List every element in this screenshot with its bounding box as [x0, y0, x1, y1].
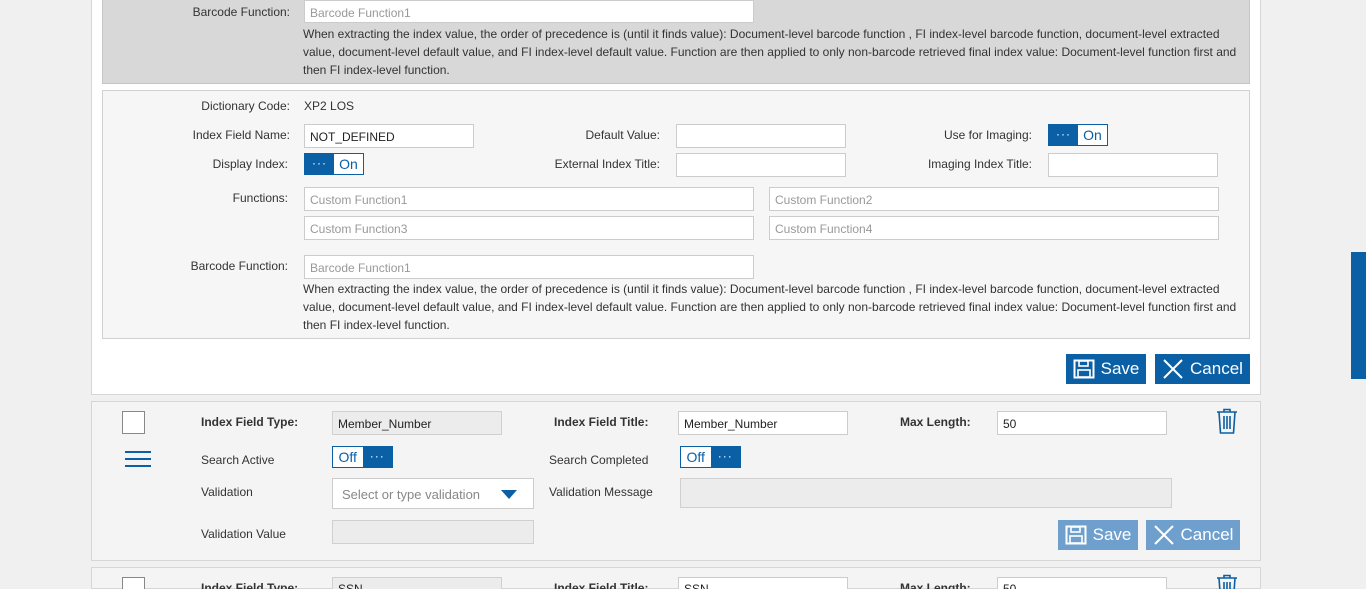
placeholder: Custom Function1 — [310, 193, 408, 207]
toggle-handle: ··· — [710, 447, 740, 467]
save-label: Save — [1092, 525, 1132, 544]
imaging-index-title-label: Imaging Index Title: — [927, 157, 1032, 171]
save-button[interactable]: Save — [1066, 354, 1146, 384]
toggle-state: On — [339, 156, 358, 172]
imaging-index-title-input[interactable] — [1048, 153, 1218, 177]
placeholder: Custom Function2 — [775, 193, 873, 207]
dictionary-code-label: Dictionary Code: — [201, 99, 290, 113]
placeholder: Custom Function4 — [775, 222, 873, 236]
trash-icon[interactable] — [1216, 574, 1238, 589]
validation-message-input[interactable] — [680, 478, 1172, 508]
display-index-toggle[interactable]: ··· On — [304, 153, 364, 175]
custom-function-3-input[interactable]: Custom Function3 — [304, 216, 754, 240]
barcode-function-label: Barcode Function: — [192, 5, 290, 19]
search-active-label: Search Active — [201, 453, 275, 467]
index-field-name-label: Index Field Name: — [192, 128, 290, 142]
validation-placeholder: Select or type validation — [342, 487, 481, 502]
toggle-handle: ··· — [362, 447, 392, 467]
custom-function-2-input[interactable]: Custom Function2 — [769, 187, 1219, 211]
save-icon — [1073, 359, 1095, 379]
index-field-type-label: Index Field Type: — [201, 415, 299, 429]
index-field-type-value: Member_Number — [332, 411, 502, 435]
barcode-function-placeholder: Barcode Function1 — [310, 6, 411, 20]
functions-label: Functions: — [232, 191, 288, 205]
barcode-function-input[interactable]: Barcode Function1 — [304, 0, 754, 23]
save-icon — [1065, 525, 1087, 545]
close-icon — [1163, 359, 1183, 379]
external-index-title-input[interactable] — [676, 153, 846, 177]
toggle-state: On — [1083, 127, 1102, 143]
toggle-state: Off — [686, 449, 705, 465]
custom-function-1-input[interactable]: Custom Function1 — [304, 187, 754, 211]
custom-function-4-input[interactable]: Custom Function4 — [769, 216, 1219, 240]
search-completed-label: Search Completed — [549, 453, 649, 467]
use-for-imaging-label: Use for Imaging: — [943, 128, 1032, 142]
side-panel-tab[interactable] — [1351, 252, 1366, 379]
toggle-state: Off — [338, 449, 357, 465]
index-field-title-label: Index Field Title: — [554, 415, 649, 429]
toggle-handle: ··· — [305, 154, 334, 174]
barcode-precedence-note: When extracting the index value, the ord… — [303, 27, 1237, 77]
placeholder: Barcode Function1 — [310, 261, 411, 275]
index-field-type-value: SSN — [332, 577, 502, 589]
dictionary-code-value: XP2 LOS — [304, 99, 355, 113]
barcode-function-label: Barcode Function: — [190, 259, 288, 273]
barcode-function-input[interactable]: Barcode Function1 — [304, 255, 754, 279]
validation-message-label: Validation Message — [549, 485, 653, 499]
max-length-input[interactable]: 50 — [997, 577, 1167, 589]
row-select-checkbox[interactable] — [122, 411, 145, 434]
default-value-input[interactable] — [676, 124, 846, 148]
external-index-title-label: External Index Title: — [554, 157, 660, 171]
default-value-label: Default Value: — [585, 128, 661, 142]
row-save-button[interactable]: Save — [1058, 520, 1138, 550]
search-active-toggle[interactable]: Off ··· — [332, 446, 393, 468]
index-field-name-input[interactable]: NOT_DEFINED — [304, 124, 474, 148]
search-completed-toggle[interactable]: Off ··· — [680, 446, 741, 468]
index-field-title-input[interactable]: Member_Number — [678, 411, 848, 435]
max-length-label: Max Length: — [900, 415, 971, 429]
cancel-label: Cancel — [1190, 359, 1243, 378]
toggle-handle: ··· — [1049, 125, 1078, 145]
placeholder: Custom Function3 — [310, 222, 408, 236]
max-length-input[interactable]: 50 — [997, 411, 1167, 435]
index-field-type-label: Index Field Type: — [201, 581, 299, 589]
drag-handle-icon[interactable] — [124, 450, 152, 468]
trash-icon[interactable] — [1216, 408, 1238, 434]
validation-value-input[interactable] — [332, 520, 534, 544]
index-field-title-label: Index Field Title: — [554, 581, 649, 589]
index-field-title-input[interactable]: SSN — [678, 577, 848, 589]
cancel-button[interactable]: Cancel — [1155, 354, 1250, 384]
chevron-down-icon[interactable] — [501, 489, 517, 499]
row-select-checkbox[interactable] — [122, 577, 145, 589]
validation-value-label: Validation Value — [201, 527, 286, 541]
close-icon — [1153, 525, 1174, 545]
save-label: Save — [1100, 359, 1140, 378]
max-length-label: Max Length: — [900, 581, 971, 589]
display-index-label: Display Index: — [212, 157, 288, 171]
use-for-imaging-toggle[interactable]: ··· On — [1048, 124, 1108, 146]
row-cancel-button[interactable]: Cancel — [1146, 520, 1240, 550]
cancel-label: Cancel — [1180, 525, 1234, 544]
validation-label: Validation — [201, 485, 253, 499]
barcode-precedence-note: When extracting the index value, the ord… — [303, 282, 1237, 332]
